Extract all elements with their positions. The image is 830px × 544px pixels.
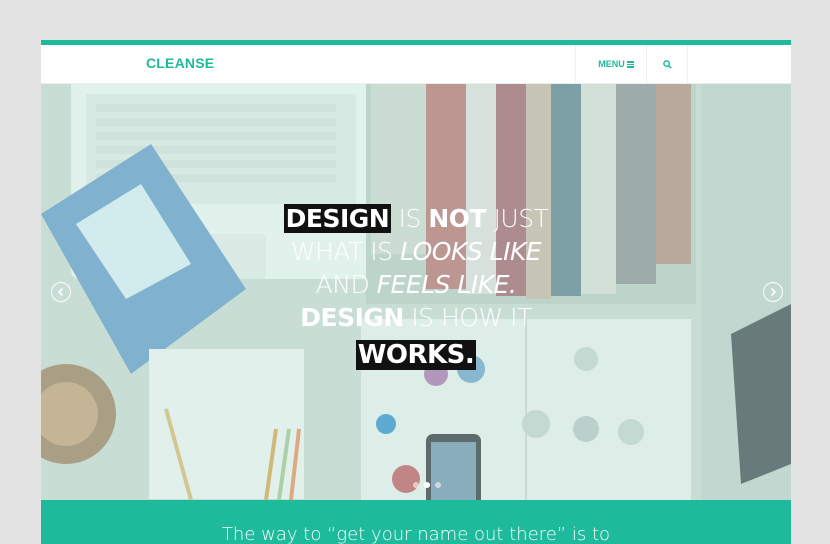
slider-pagination	[413, 482, 441, 488]
slider-dot-active[interactable]	[424, 482, 430, 488]
hero-quote: DESIGN IS NOT JUST WHAT IS LOOKS LIKE AN…	[283, 204, 549, 370]
slider-next-button[interactable]	[763, 282, 783, 302]
hero-slider: DESIGN IS NOT JUST WHAT IS LOOKS LIKE AN…	[41, 84, 791, 500]
intro-text: The way to “get your name out there” is …	[221, 524, 611, 544]
chevron-left-icon	[57, 287, 64, 297]
search-button[interactable]	[647, 45, 687, 83]
nav-divider	[687, 45, 688, 83]
quote-highlight: DESIGN	[283, 204, 392, 233]
search-icon	[662, 59, 672, 69]
slider-dot[interactable]	[413, 482, 419, 488]
quote-highlight: WORKS.	[355, 340, 477, 370]
menu-label: MENU	[598, 59, 625, 69]
intro-band: The way to “get your name out there” is …	[41, 500, 791, 544]
site-header: CLEANSE MENU	[41, 45, 791, 84]
page-frame: CLEANSE MENU DESIGN IS NOT JUST WHAT IS …	[41, 40, 791, 544]
chevron-right-icon	[770, 287, 777, 297]
slider-dot[interactable]	[435, 482, 441, 488]
hamburger-icon	[626, 61, 634, 68]
slider-prev-button[interactable]	[51, 282, 71, 302]
nav-divider	[575, 45, 576, 83]
menu-button[interactable]: MENU	[586, 45, 646, 83]
site-logo[interactable]: CLEANSE	[146, 55, 214, 71]
